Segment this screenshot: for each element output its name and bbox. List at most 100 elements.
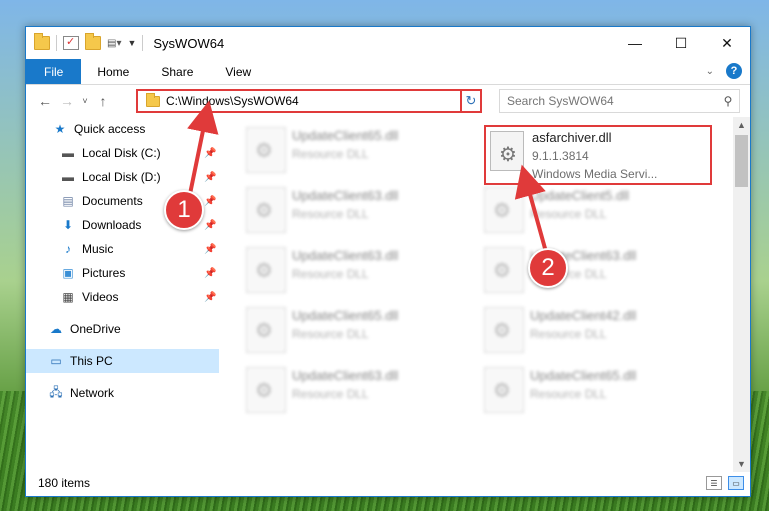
refresh-button[interactable]: ↻ — [460, 89, 482, 113]
toolbar-dropdown-icon[interactable]: ▼ — [127, 38, 136, 48]
file-item-asfarchiver[interactable]: asfarchiver.dll9.1.1.3814Windows Media S… — [484, 125, 712, 185]
file-type: Resource DLL — [292, 267, 369, 281]
pin-icon[interactable]: 📌 — [204, 220, 216, 231]
status-bar: 180 items ☰ ▭ — [26, 470, 750, 496]
file-type: Resource DLL — [530, 327, 607, 341]
sidebar-item-pictures[interactable]: ▣ Pictures 📌 — [26, 261, 219, 285]
search-input[interactable] — [507, 94, 717, 108]
sidebar-item-label: Documents — [82, 194, 143, 208]
tab-view[interactable]: View — [209, 59, 267, 84]
recent-locations-button[interactable]: ˅ — [78, 96, 92, 106]
sidebar-item-this-pc[interactable]: ▭ This PC — [26, 349, 219, 373]
file-name: UpdateClient63.dll — [292, 188, 399, 203]
file-item[interactable]: UpdateClient65.dll Resource DLL — [474, 361, 704, 419]
customize-view-icon[interactable]: ▤▾ — [107, 38, 121, 49]
file-name: UpdateClient42.dll — [530, 308, 637, 323]
file-name: UpdateClient65.dll — [292, 308, 399, 323]
file-name: UpdateClient5.dll — [530, 188, 630, 203]
help-icon[interactable]: ? — [726, 63, 742, 79]
callout-1: 1 — [164, 190, 204, 230]
pin-icon[interactable]: 📌 — [204, 244, 216, 255]
sidebar-item-quick-access[interactable]: ★ Quick access — [26, 117, 219, 141]
search-box[interactable]: ⚲ — [499, 89, 740, 113]
tab-home[interactable]: Home — [81, 59, 145, 84]
dll-file-icon — [246, 187, 286, 233]
up-button[interactable]: ↑ — [92, 93, 114, 109]
pin-icon[interactable]: 📌 — [204, 172, 216, 183]
sidebar-item-music[interactable]: ♪ Music 📌 — [26, 237, 219, 261]
tab-file[interactable]: File — [26, 59, 82, 84]
search-icon[interactable]: ⚲ — [717, 94, 739, 108]
dll-file-icon — [246, 127, 286, 173]
drive-icon: ▬ — [62, 146, 74, 160]
callout-2: 2 — [528, 248, 568, 288]
file-type: Resource DLL — [292, 207, 369, 221]
dll-file-icon — [246, 307, 286, 353]
dll-file-icon — [484, 187, 524, 233]
sidebar-item-label: Local Disk (C:) — [82, 146, 161, 160]
sidebar-item-label: Quick access — [74, 122, 146, 136]
window-title: SysWOW64 — [153, 35, 225, 51]
back-button[interactable]: ← — [34, 93, 56, 109]
sidebar-item-onedrive[interactable]: ☁ OneDrive — [26, 317, 219, 341]
ribbon-tabs: File Home Share View ⌄ ? — [26, 59, 750, 85]
sidebar-item-local-disk-c[interactable]: ▬ Local Disk (C:) 📌 — [26, 141, 219, 165]
navigation-pane: ★ Quick access ▬ Local Disk (C:) 📌 ▬ Loc… — [26, 117, 219, 472]
file-item[interactable]: UpdateClient63.dll Resource DLL — [236, 241, 466, 299]
file-explorer-window: ▤▾ ▼ SysWOW64 — ☐ ✕ File Home Share View… — [25, 26, 751, 497]
minimize-button[interactable]: — — [612, 27, 658, 59]
quick-access-toolbar: ▤▾ ▼ — [26, 33, 144, 51]
file-item[interactable]: UpdateClient63.dll Resource DLL — [236, 181, 466, 239]
drive-icon: ▬ — [62, 170, 74, 184]
folder-icon — [146, 92, 160, 107]
file-list: UpdateClient65.dll Resource DLL asfarchiv… — [226, 117, 736, 472]
file-type: Resource DLL — [292, 147, 369, 161]
sidebar-item-label: This PC — [70, 354, 113, 368]
address-bar[interactable]: C:\Windows\SysWOW64 ▾ — [136, 89, 478, 113]
file-name: UpdateClient63.dll — [292, 248, 399, 263]
pin-icon[interactable]: 📌 — [204, 268, 216, 279]
computer-icon: ▭ — [50, 354, 62, 368]
vertical-scrollbar[interactable]: ▲ ▼ — [733, 117, 750, 472]
network-icon: 🖧 — [49, 384, 63, 399]
sidebar-item-local-disk-d[interactable]: ▬ Local Disk (D:) 📌 — [26, 165, 219, 189]
sidebar-item-videos[interactable]: ▦ Videos 📌 — [26, 285, 219, 309]
address-path[interactable]: C:\Windows\SysWOW64 — [166, 94, 458, 108]
scroll-up-icon[interactable]: ▲ — [733, 117, 750, 133]
sidebar-item-network[interactable]: 🖧 Network — [26, 381, 219, 405]
pin-icon[interactable]: 📌 — [204, 292, 216, 303]
file-item[interactable]: UpdateClient63.dllResource DLL — [474, 241, 704, 299]
dll-file-icon — [484, 367, 524, 413]
sidebar-item-label: Videos — [82, 290, 119, 304]
pin-icon[interactable]: 📌 — [204, 148, 216, 159]
file-item[interactable]: UpdateClient5.dll Resource DLL — [474, 181, 704, 239]
forward-button[interactable]: → — [56, 93, 78, 109]
pin-icon[interactable]: 📌 — [204, 196, 216, 207]
file-item[interactable]: UpdateClient65.dll Resource DLL — [236, 121, 466, 179]
sidebar-item-label: Music — [82, 242, 114, 256]
file-type: Resource DLL — [292, 387, 369, 401]
file-item[interactable]: UpdateClient63.dllResource DLL — [236, 361, 466, 419]
file-type: Resource DLL — [530, 387, 607, 401]
file-name: asfarchiver.dll — [532, 130, 612, 145]
details-view-icon[interactable]: ☰ — [706, 476, 722, 490]
dll-file-icon — [246, 367, 286, 413]
properties-icon[interactable] — [63, 35, 79, 50]
item-count: 180 items — [38, 476, 91, 490]
large-icons-view-icon[interactable]: ▭ — [728, 476, 744, 490]
sidebar-item-label: OneDrive — [70, 322, 121, 336]
tab-share[interactable]: Share — [145, 59, 209, 84]
expand-ribbon-icon[interactable]: ⌄ — [706, 66, 714, 77]
close-button[interactable]: ✕ — [704, 27, 750, 59]
sidebar-item-label: Pictures — [82, 266, 126, 280]
dll-file-icon — [246, 247, 286, 293]
dll-file-icon — [484, 247, 524, 293]
folder-icon — [34, 33, 50, 50]
documents-icon: ▤ — [62, 194, 74, 208]
new-folder-icon[interactable] — [85, 33, 101, 50]
file-item[interactable]: UpdateClient42.dll Resource DLL — [474, 301, 704, 359]
music-icon: ♪ — [65, 242, 71, 256]
maximize-button[interactable]: ☐ — [658, 27, 704, 59]
file-item[interactable]: UpdateClient65.dll Resource DLL — [236, 301, 466, 359]
scrollbar-thumb[interactable] — [735, 135, 748, 187]
